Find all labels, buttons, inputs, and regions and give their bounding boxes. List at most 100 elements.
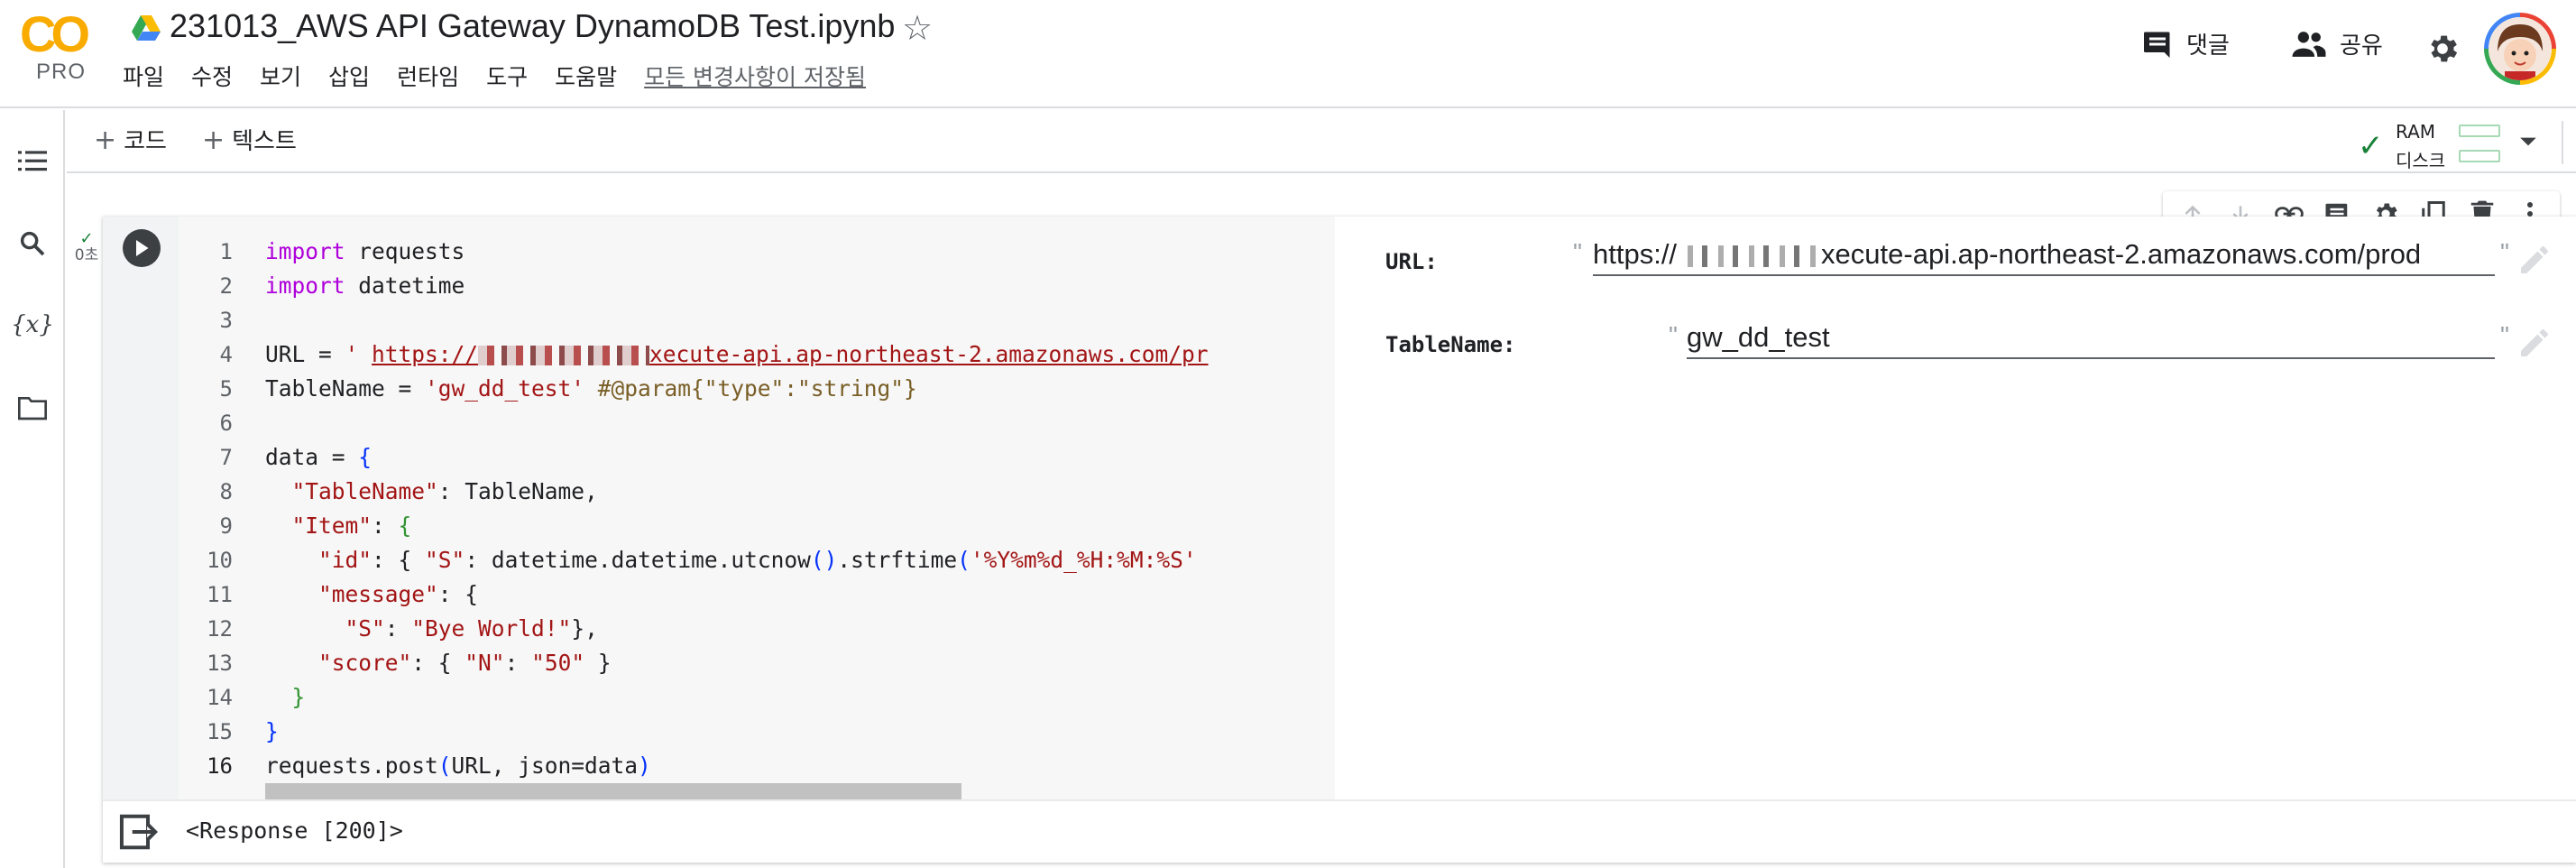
output-icon[interactable] bbox=[119, 814, 159, 850]
comments-button[interactable]: 댓글 bbox=[2141, 27, 2230, 60]
pencil-icon[interactable] bbox=[2516, 242, 2553, 278]
bracket: { bbox=[358, 444, 373, 470]
app-header: CO PRO 231013_AWS API Gateway DynamoDB T… bbox=[0, 0, 2576, 108]
url-link[interactable]: https:// bbox=[372, 341, 478, 367]
code-editor[interactable]: 1 2 3 4 5 6 7 8 9 10 11 12 13 14 15 16 i… bbox=[179, 217, 1335, 799]
quote-mark: " bbox=[1573, 238, 1582, 266]
toc-icon[interactable] bbox=[14, 143, 51, 179]
logo-co: CO bbox=[20, 5, 90, 62]
url-field-label: URL: bbox=[1385, 249, 1438, 274]
horizontal-scrollbar[interactable] bbox=[265, 783, 961, 799]
line-number: 10 bbox=[207, 548, 233, 573]
add-text-button[interactable]: + 텍스트 bbox=[202, 123, 297, 156]
code-line: } bbox=[265, 715, 1335, 749]
code-line: TableName = 'gw_dd_test' #@param{"type":… bbox=[265, 372, 1335, 406]
tablename-input[interactable]: gw_dd_test bbox=[1687, 319, 2495, 359]
avatar-face bbox=[2489, 17, 2552, 80]
left-rail: {𝑥} bbox=[0, 110, 65, 868]
plus-icon: + bbox=[94, 125, 117, 156]
quote-mark: " bbox=[1669, 321, 1678, 349]
line-number: 16 bbox=[207, 753, 233, 779]
resource-indicator[interactable]: ✓ RAM 디스크 bbox=[2358, 119, 2520, 171]
quote-mark: " bbox=[2500, 238, 2509, 266]
ram-bar bbox=[2459, 125, 2500, 137]
disk-bar bbox=[2459, 150, 2500, 162]
code-token: : { bbox=[372, 547, 426, 573]
line-number: 1 bbox=[219, 239, 233, 264]
bracket: { bbox=[398, 512, 412, 539]
string: '%Y%m%d_%H:%M:%S' bbox=[970, 547, 1197, 573]
string: 'gw_dd_test' bbox=[425, 375, 585, 402]
check-icon: ✓ bbox=[79, 229, 94, 248]
code-token: data = bbox=[265, 444, 359, 470]
code-line: "TableName": TableName, bbox=[265, 475, 1335, 509]
menu-file[interactable]: 파일 bbox=[123, 60, 164, 92]
caret-down-icon[interactable] bbox=[2518, 132, 2538, 152]
code-token: TableName = bbox=[265, 375, 426, 402]
menu-edit[interactable]: 수정 bbox=[191, 60, 233, 92]
form-param-annotation: #@param{"type":"string"} bbox=[597, 375, 917, 402]
line-number: 6 bbox=[219, 411, 233, 436]
code-token: } bbox=[584, 650, 612, 676]
line-numbers: 1 2 3 4 5 6 7 8 9 10 11 12 13 14 15 16 bbox=[179, 235, 233, 783]
menu-view[interactable]: 보기 bbox=[260, 60, 301, 92]
folder-icon[interactable] bbox=[14, 390, 51, 426]
url-input[interactable]: https:// xecute-api.ap-northeast-2.amazon… bbox=[1593, 236, 2495, 276]
star-icon[interactable]: ☆ bbox=[902, 5, 933, 51]
search-icon[interactable] bbox=[14, 226, 51, 262]
line-number: 7 bbox=[219, 445, 233, 470]
share-label: 공유 bbox=[2340, 32, 2383, 60]
menu-tools[interactable]: 도구 bbox=[486, 60, 528, 92]
menu-bar: 파일 수정 보기 삽입 런타임 도구 도움말 모든 변경사항이 저장됨 bbox=[123, 60, 866, 92]
comment-icon bbox=[2144, 32, 2170, 58]
variables-icon[interactable]: {𝑥} bbox=[11, 307, 54, 343]
add-code-button[interactable]: + 코드 bbox=[94, 123, 167, 156]
code-cell[interactable]: 1 2 3 4 5 6 7 8 9 10 11 12 13 14 15 16 i… bbox=[103, 217, 2576, 863]
menu-insert[interactable]: 삽입 bbox=[328, 60, 370, 92]
code-line: requests.post(URL, json=data) bbox=[265, 749, 1335, 783]
share-button[interactable]: 공유 bbox=[2291, 27, 2383, 60]
save-status[interactable]: 모든 변경사항이 저장됨 bbox=[644, 60, 866, 92]
line-number: 4 bbox=[219, 342, 233, 367]
code-line: "message": { bbox=[265, 577, 1335, 612]
notebook-toolbar: + 코드 + 텍스트 ✓ RAM 디스크 bbox=[67, 110, 2576, 173]
string: ' bbox=[345, 341, 373, 367]
run-button[interactable] bbox=[123, 229, 161, 267]
menu-help[interactable]: 도움말 bbox=[555, 60, 617, 92]
line-number: 12 bbox=[207, 616, 233, 642]
bracket: } bbox=[291, 684, 306, 710]
code-token: requests bbox=[345, 238, 465, 264]
line-number: 8 bbox=[219, 479, 233, 504]
redacted-region bbox=[478, 346, 650, 365]
drive-icon[interactable] bbox=[132, 14, 161, 42]
code-token: : TableName, bbox=[437, 478, 598, 504]
menu-runtime[interactable]: 런타임 bbox=[397, 60, 459, 92]
logo-pro: PRO bbox=[36, 60, 87, 84]
comments-label: 댓글 bbox=[2186, 32, 2230, 60]
string: "S" bbox=[425, 547, 465, 573]
avatar[interactable] bbox=[2484, 13, 2556, 85]
line-number: 9 bbox=[219, 513, 233, 539]
keyword: import bbox=[265, 272, 345, 299]
gear-icon[interactable] bbox=[2424, 31, 2461, 67]
code-line: } bbox=[265, 680, 1335, 715]
code-token: : bbox=[384, 615, 412, 642]
disk-label: 디스크 bbox=[2396, 150, 2446, 171]
pencil-icon[interactable] bbox=[2516, 325, 2553, 361]
string: "S" bbox=[345, 615, 385, 642]
notebook-title[interactable]: 231013_AWS API Gateway DynamoDB Test.ipy… bbox=[170, 7, 895, 45]
url-link[interactable]: xecute-api.ap-northeast-2.amazonaws.com/… bbox=[649, 341, 1209, 367]
code-line: import requests bbox=[265, 235, 1335, 269]
string: "TableName" bbox=[291, 478, 438, 504]
code-text[interactable]: import requests import datetime URL = ' … bbox=[265, 235, 1335, 783]
people-icon bbox=[2292, 31, 2326, 57]
colab-logo[interactable]: CO PRO bbox=[20, 9, 97, 85]
code-line: "S": "Bye World!"}, bbox=[265, 612, 1335, 646]
string: "N" bbox=[465, 650, 505, 676]
line-number: 5 bbox=[219, 376, 233, 402]
bracket: ( bbox=[437, 753, 452, 779]
